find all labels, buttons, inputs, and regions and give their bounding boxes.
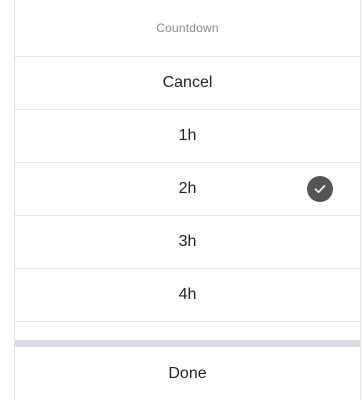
option-1h[interactable]: 1h	[15, 110, 360, 163]
option-3h[interactable]: 3h	[15, 216, 360, 269]
option-label: 4h	[178, 286, 197, 303]
countdown-picker-sheet: Countdown Cancel 1h 2h 3h 4h Done	[14, 0, 361, 399]
check-circle-icon	[307, 176, 333, 202]
option-2h[interactable]: 2h	[15, 163, 360, 216]
section-divider	[15, 340, 360, 347]
option-label: 2h	[178, 180, 197, 197]
done-button[interactable]: Done	[15, 347, 360, 400]
picker-header: Countdown	[15, 0, 360, 57]
done-label: Done	[168, 364, 207, 382]
cancel-label: Cancel	[162, 74, 213, 91]
option-label: 3h	[178, 233, 197, 250]
list-bottom-spacer	[15, 322, 360, 340]
checkmark-glyph	[314, 185, 326, 193]
cancel-button[interactable]: Cancel	[15, 57, 360, 110]
picker-title: Countdown	[156, 21, 219, 35]
option-4h[interactable]: 4h	[15, 269, 360, 322]
option-label: 1h	[178, 127, 197, 144]
